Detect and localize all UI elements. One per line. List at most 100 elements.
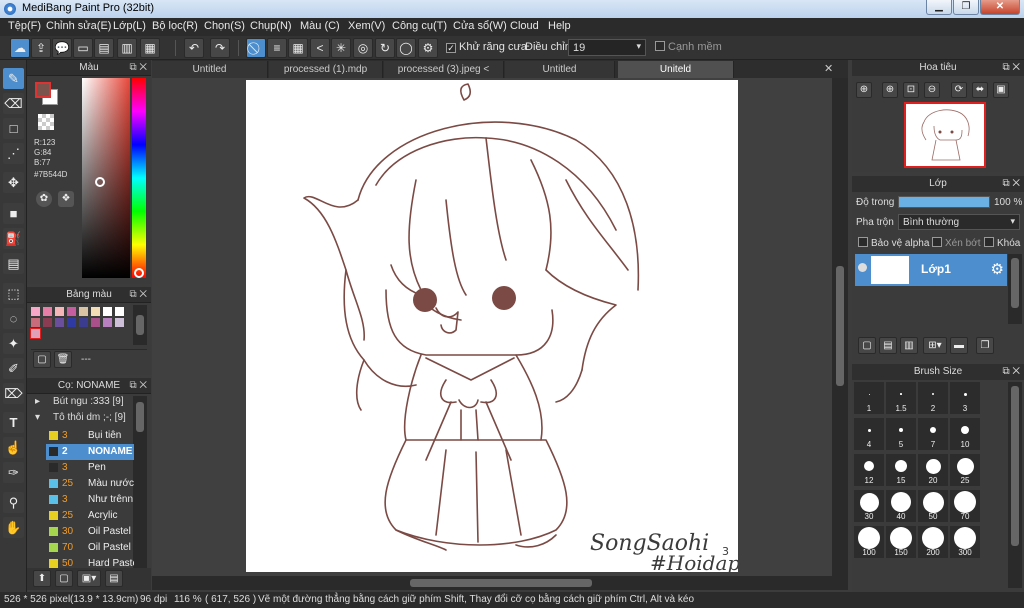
tab-processed-mdp[interactable]: processed (1).mdp: [269, 61, 383, 78]
zoom-in-icon[interactable]: ⊕: [856, 82, 872, 98]
palette-swatch[interactable]: [31, 307, 40, 316]
bucket-tool-icon[interactable]: ⛽: [3, 228, 24, 249]
tab-unitled[interactable]: Uniteld: [618, 61, 734, 78]
eraser-tool-icon[interactable]: ⌫: [3, 93, 24, 114]
brush-size-cell[interactable]: 70: [950, 490, 980, 522]
palette-swatch[interactable]: [31, 318, 40, 327]
tab-processed-jpeg[interactable]: processed (3).jpeg < sRGB >: [384, 61, 504, 92]
brush-list-item[interactable]: 70 Oil Pastel: [46, 540, 134, 556]
panel-controls-icon[interactable]: ⧉ ✕: [1002, 364, 1020, 380]
menu-view[interactable]: Xem(V): [348, 20, 385, 32]
opacity-slider[interactable]: [898, 196, 990, 208]
fill-rect-tool-icon[interactable]: ■: [3, 203, 24, 224]
protect-alpha-checkbox[interactable]: [858, 237, 868, 247]
new-layer-icon[interactable]: ▢: [858, 337, 876, 354]
brush-tool-icon[interactable]: ✎: [3, 68, 24, 89]
hue-slider[interactable]: [132, 78, 146, 278]
palette-swatch[interactable]: [30, 328, 41, 339]
artboard[interactable]: SongSaohi #Hoidap 3: [246, 80, 740, 575]
brush-list-item[interactable]: 25 Acrylic: [46, 508, 134, 524]
page-icon[interactable]: ▥: [117, 38, 137, 58]
brush-list-item[interactable]: 25 Màu nước: [46, 476, 134, 492]
rectangle-tool-icon[interactable]: □: [3, 118, 24, 139]
saturation-cursor[interactable]: [95, 177, 105, 187]
foreground-color[interactable]: [35, 82, 51, 98]
brush-settings-icon[interactable]: ▤: [105, 570, 123, 587]
clipping-option[interactable]: Xén bớt: [932, 237, 980, 249]
brush-scrollbar[interactable]: [133, 396, 147, 568]
brush-size-cell[interactable]: 50: [918, 490, 948, 522]
select-eraser-icon[interactable]: ⌦: [3, 383, 24, 404]
brush-size-cell[interactable]: 7: [918, 418, 948, 450]
operation-tool-icon[interactable]: ☝: [3, 437, 24, 458]
palette-icon[interactable]: ✿: [36, 191, 52, 207]
palette-swatch[interactable]: [79, 307, 88, 316]
comment-icon[interactable]: 💬: [52, 38, 72, 58]
brush-group-1[interactable]: ▸ Bút ngu :333 [9]: [31, 396, 133, 410]
palette-swatch[interactable]: [91, 318, 100, 327]
zoom-in-2-icon[interactable]: ⊕: [882, 82, 898, 98]
menu-edit[interactable]: Chỉnh sửa(E): [46, 20, 111, 32]
brush-size-scrollbar[interactable]: [1008, 382, 1022, 588]
reset-view-icon[interactable]: ▣: [993, 82, 1009, 98]
magic-wand-icon[interactable]: ✦: [3, 333, 24, 354]
brush-size-cell[interactable]: 25: [950, 454, 980, 486]
brush-size-cell[interactable]: 3: [950, 382, 980, 414]
color-mix-icon[interactable]: ❖: [58, 191, 74, 207]
palette-swatch[interactable]: [67, 318, 76, 327]
brush-size-cell[interactable]: 10: [950, 418, 980, 450]
brush-group-2[interactable]: ▾ Tô thôi dm ;-; [9]: [31, 412, 133, 426]
text-tool-icon[interactable]: T: [3, 412, 24, 433]
duplicate-layer-icon[interactable]: ❐: [976, 337, 994, 354]
document-icon[interactable]: ▤: [94, 38, 114, 58]
parallel-snap-icon[interactable]: ≡: [267, 38, 287, 58]
gradient-tool-icon[interactable]: ▤: [3, 253, 24, 274]
menu-help[interactable]: Help: [548, 20, 571, 32]
lock-option[interactable]: Khóa: [984, 237, 1020, 249]
upload-icon[interactable]: ⇪: [31, 38, 51, 58]
select-pen-icon[interactable]: ✐: [3, 358, 24, 379]
new-layer-2-icon[interactable]: ▤: [879, 337, 897, 354]
palette-swatch[interactable]: [103, 307, 112, 316]
lasso-tool-icon[interactable]: ◌: [3, 308, 24, 329]
menu-color[interactable]: Màu (C): [300, 20, 340, 32]
palette-swatch[interactable]: [67, 307, 76, 316]
navigator-preview[interactable]: [904, 102, 986, 168]
brush-size-cell[interactable]: 100: [854, 526, 884, 558]
add-layer-icon[interactable]: ⊞▾: [923, 337, 947, 354]
brush-size-cell[interactable]: 12: [854, 454, 884, 486]
chat-icon[interactable]: ▭: [73, 38, 93, 58]
eyedropper-icon[interactable]: ⚲: [3, 492, 24, 513]
menu-file[interactable]: Tệp(F): [8, 20, 41, 32]
protect-alpha-option[interactable]: Bảo vệ alpha: [858, 237, 929, 249]
panel-controls-icon[interactable]: ⧉ ✕: [129, 378, 147, 394]
saturation-picker[interactable]: [82, 78, 130, 278]
layer-scrollbar[interactable]: [1008, 254, 1022, 324]
canvas-hscroll[interactable]: [152, 576, 848, 590]
antialias-checkbox[interactable]: ✓: [446, 43, 456, 53]
canvas-vscroll[interactable]: [832, 78, 848, 576]
curve-snap-icon[interactable]: ↻: [375, 38, 395, 58]
brush-size-cell[interactable]: 30: [854, 490, 884, 522]
palette-scrollbar[interactable]: [133, 305, 147, 345]
correction-select[interactable]: 19 ▾: [568, 39, 646, 56]
panel-controls-icon[interactable]: ⧉ ✕: [129, 60, 147, 76]
tabs-close-icon[interactable]: ✕: [824, 62, 833, 75]
minimize-button[interactable]: ▁: [926, 0, 952, 15]
vanishing-snap-icon[interactable]: <: [310, 38, 330, 58]
flip-icon[interactable]: ⬌: [972, 82, 988, 98]
brush-list-item[interactable]: 30 Oil Pastel: [46, 524, 134, 540]
edge-option[interactable]: Cạnh mềm: [655, 41, 722, 53]
cloud-icon[interactable]: ☁: [10, 38, 30, 58]
zoom-out-icon[interactable]: ⊖: [924, 82, 940, 98]
fit-icon[interactable]: ⊡: [903, 82, 919, 98]
clipping-checkbox[interactable]: [932, 237, 942, 247]
palette-swatch[interactable]: [43, 307, 52, 316]
select-rect-icon[interactable]: ⬚: [3, 283, 24, 304]
layer-settings-icon[interactable]: ⚙: [991, 260, 1004, 278]
circle-snap-icon[interactable]: ◎: [353, 38, 373, 58]
brush-size-cell[interactable]: 300: [950, 526, 980, 558]
brush-list-item[interactable]: 2 NONAME: [46, 444, 134, 460]
settings-icon[interactable]: ⚙: [418, 38, 438, 58]
grid-icon[interactable]: ▦: [140, 38, 160, 58]
